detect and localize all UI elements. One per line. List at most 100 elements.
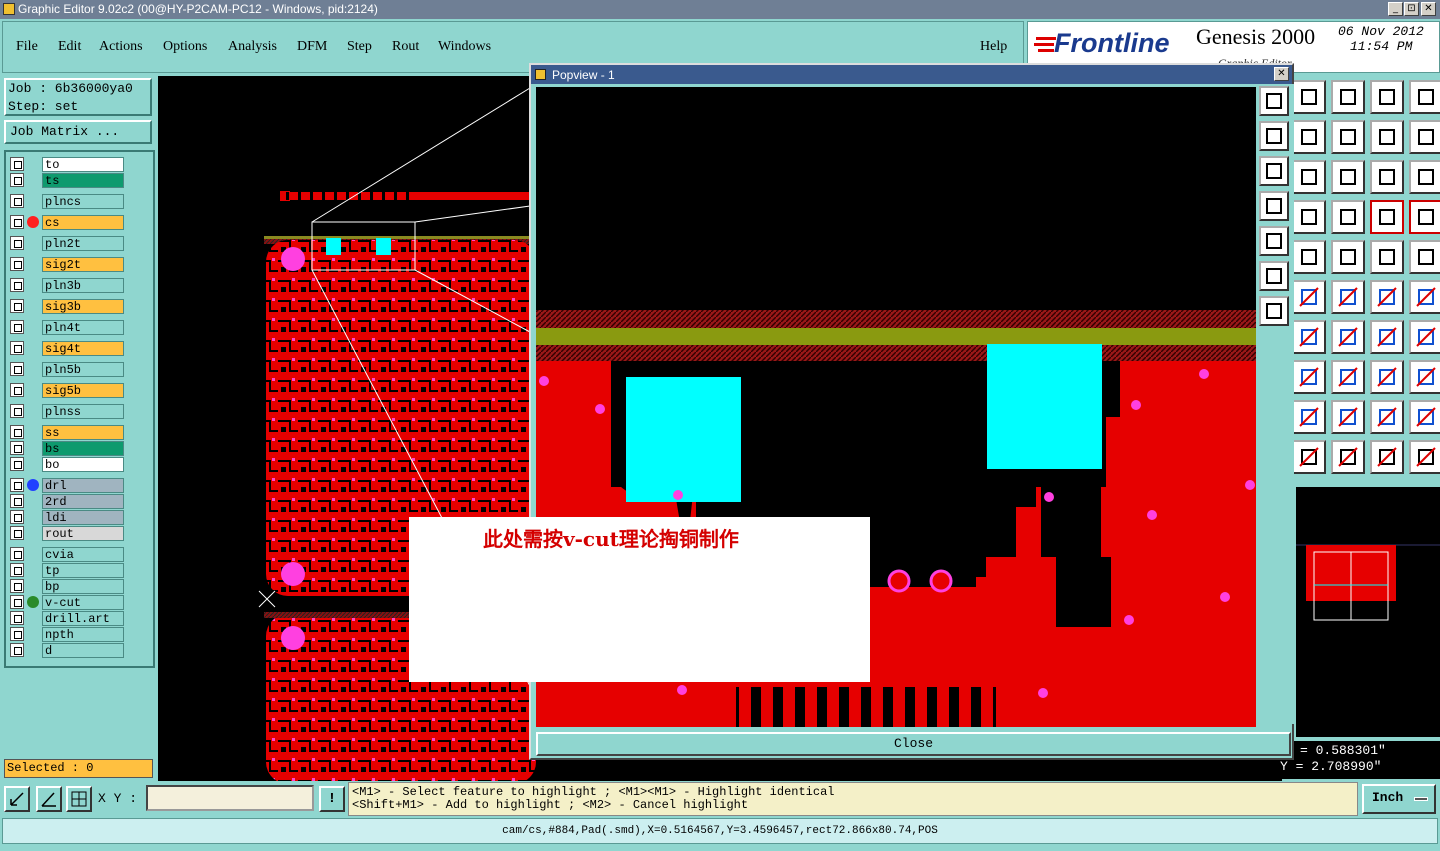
layer-checkbox[interactable]	[10, 494, 24, 508]
view-e-icon[interactable]	[1259, 226, 1289, 256]
layer-checkbox[interactable]	[10, 627, 24, 641]
layer-name[interactable]: plncs	[42, 194, 124, 209]
measure-button[interactable]	[36, 786, 62, 812]
view-b-icon[interactable]	[1259, 121, 1289, 151]
layer-row-d[interactable]: d	[10, 643, 128, 658]
layer-checkbox[interactable]	[10, 320, 24, 334]
layer-name[interactable]: 2rd	[42, 494, 124, 509]
layer-checkbox[interactable]	[10, 278, 24, 292]
layer-name[interactable]: cvia	[42, 547, 124, 562]
import-icon[interactable]	[1331, 120, 1365, 154]
layer-row-ldi[interactable]: ldi	[10, 510, 128, 525]
overview-map[interactable]	[1296, 487, 1440, 737]
layer-checkbox[interactable]	[10, 257, 24, 271]
layer-name[interactable]: pln3b	[42, 278, 124, 293]
layer-checkbox[interactable]	[10, 643, 24, 657]
cursor-b-icon[interactable]	[1331, 440, 1365, 474]
pointer-icon[interactable]	[1292, 360, 1326, 394]
grid-icon[interactable]	[1331, 200, 1365, 234]
view-f-icon[interactable]	[1259, 261, 1289, 291]
layer-checkbox[interactable]	[10, 236, 24, 250]
xy-input[interactable]	[146, 785, 314, 811]
layer-row-2rd[interactable]: 2rd	[10, 494, 128, 509]
job-matrix-button[interactable]: Job Matrix ...	[4, 120, 152, 144]
layer-name[interactable]: sig3b	[42, 299, 124, 314]
zoom-icon[interactable]	[1292, 160, 1326, 194]
view-c-icon[interactable]	[1259, 156, 1289, 186]
layer-checkbox[interactable]	[10, 526, 24, 540]
scale-icon[interactable]	[1370, 160, 1404, 194]
tri-a-icon[interactable]	[1331, 400, 1365, 434]
layer-checkbox[interactable]	[10, 383, 24, 397]
layer-name[interactable]: pln2t	[42, 236, 124, 251]
layer-row-pln2t[interactable]: pln2t	[10, 236, 128, 251]
layer-checkbox[interactable]	[10, 215, 24, 229]
layer-checkbox[interactable]	[10, 510, 24, 524]
save-icon[interactable]	[1331, 80, 1365, 114]
layer-row-bs[interactable]: bs	[10, 441, 128, 456]
layer-name[interactable]: pln4t	[42, 320, 124, 335]
popview-close-icon[interactable]: ✕	[1274, 67, 1289, 81]
xy-apply-button[interactable]: !	[319, 786, 345, 812]
layer-name[interactable]: pln5b	[42, 362, 124, 377]
layer-checkbox[interactable]	[10, 194, 24, 208]
mirror-icon[interactable]	[1409, 360, 1440, 394]
layer-name[interactable]: rout	[42, 526, 124, 541]
layer-name[interactable]: sig4t	[42, 341, 124, 356]
layer-checkbox[interactable]	[10, 457, 24, 471]
zoom-fit-button[interactable]	[4, 786, 30, 812]
layer-name[interactable]: bp	[42, 579, 124, 594]
tri-b-icon[interactable]	[1370, 400, 1404, 434]
layer-name[interactable]: tp	[42, 563, 124, 578]
swap-icon[interactable]	[1370, 120, 1404, 154]
pad-icon[interactable]	[1409, 240, 1440, 274]
route-icon[interactable]	[1409, 440, 1440, 474]
menu-windows[interactable]: Windows	[438, 39, 491, 55]
menu-help[interactable]: Help	[980, 39, 1007, 55]
layer-row-cvia[interactable]: cvia	[10, 547, 128, 562]
layer-row-rout[interactable]: rout	[10, 526, 128, 541]
layer-row-to[interactable]: to	[10, 157, 128, 172]
layer-checkbox[interactable]	[10, 441, 24, 455]
layer-name[interactable]: ss	[42, 425, 124, 440]
close-window-button[interactable]: ✕	[1421, 2, 1436, 16]
menu-dfm[interactable]: DFM	[297, 39, 327, 55]
select-a-icon[interactable]	[1370, 200, 1404, 234]
layer-row-pln4t[interactable]: pln4t	[10, 320, 128, 335]
minus-icon[interactable]	[1331, 360, 1365, 394]
view-d-icon[interactable]	[1259, 191, 1289, 221]
layer-checkbox[interactable]	[10, 595, 24, 609]
layer-name[interactable]: plnss	[42, 404, 124, 419]
layer-row-pln5b[interactable]: pln5b	[10, 362, 128, 377]
units-selector[interactable]: Inch	[1362, 784, 1436, 814]
view-g-icon[interactable]	[1259, 296, 1289, 326]
line-a-icon[interactable]	[1370, 280, 1404, 314]
layer-row-tp[interactable]: tp	[10, 563, 128, 578]
layer-name[interactable]: drl	[42, 478, 124, 493]
cross-icon[interactable]	[1331, 280, 1365, 314]
menu-analysis[interactable]: Analysis	[228, 39, 277, 55]
layer-row-plnss[interactable]: plnss	[10, 404, 128, 419]
screen-icon[interactable]	[1292, 80, 1326, 114]
layer-row-npth[interactable]: npth	[10, 627, 128, 642]
ruler-icon[interactable]	[1370, 240, 1404, 274]
layer-checkbox[interactable]	[10, 547, 24, 561]
cursor-c-icon[interactable]	[1370, 440, 1404, 474]
arrow-icon[interactable]	[1292, 400, 1326, 434]
arc-icon[interactable]	[1370, 320, 1404, 354]
minimize-button[interactable]: _	[1388, 2, 1403, 16]
layer-row-drl[interactable]: drl	[10, 478, 128, 493]
menu-actions[interactable]: Actions	[99, 39, 143, 55]
menu-step[interactable]: Step	[347, 39, 372, 55]
menu-options[interactable]: Options	[163, 39, 207, 55]
layer-row-sig2t[interactable]: sig2t	[10, 257, 128, 272]
window-icon[interactable]	[1409, 80, 1440, 114]
layer-name[interactable]: sig2t	[42, 257, 124, 272]
cursor-a-icon[interactable]	[1292, 440, 1326, 474]
layer-row-sig5b[interactable]: sig5b	[10, 383, 128, 398]
layer-row-v-cut[interactable]: v-cut	[10, 595, 128, 610]
layer-checkbox[interactable]	[10, 341, 24, 355]
layer-name[interactable]: sig5b	[42, 383, 124, 398]
layer-row-sig3b[interactable]: sig3b	[10, 299, 128, 314]
tri-c-icon[interactable]	[1409, 400, 1440, 434]
